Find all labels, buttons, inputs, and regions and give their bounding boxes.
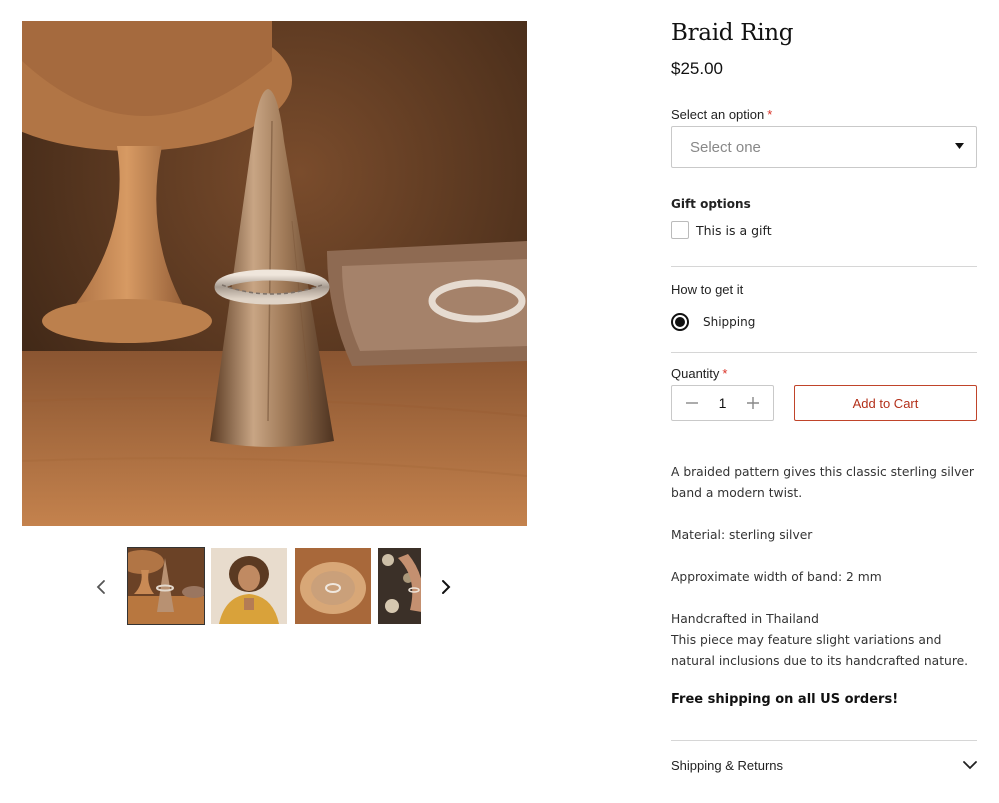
gift-options-heading: Gift options xyxy=(671,197,751,211)
description-text: A braided pattern gives this classic ste… xyxy=(671,465,974,500)
thumbnail-model-portrait-image xyxy=(211,548,287,624)
gift-checkbox-label: This is a gift xyxy=(696,222,772,238)
description-origin: Handcrafted in Thailand xyxy=(671,612,819,626)
shipping-radio[interactable] xyxy=(671,313,689,331)
minus-icon xyxy=(686,402,698,404)
description-band-width: Approximate width of band: 2 mm xyxy=(671,570,882,584)
caret-down-icon xyxy=(955,143,964,149)
chevron-right-icon xyxy=(442,580,451,594)
ring-on-cone-photo xyxy=(22,21,527,526)
product-price: $25.00 xyxy=(671,59,723,78)
option-label-text: Select an option xyxy=(671,107,765,122)
required-asterisk: * xyxy=(767,107,773,122)
section-divider xyxy=(671,352,977,353)
thumbnail-3[interactable] xyxy=(295,548,371,624)
shipping-returns-accordion[interactable]: Shipping & Returns xyxy=(671,752,977,778)
quantity-input[interactable] xyxy=(707,395,738,411)
description-variation-note: This piece may feature slight variations… xyxy=(671,633,969,668)
option-select-placeholder: Select one xyxy=(690,138,761,156)
gift-checkbox-row[interactable]: This is a gift xyxy=(671,221,772,239)
quantity-label-text: Quantity xyxy=(671,366,720,381)
option-field-label: Select an option * xyxy=(671,107,772,122)
thumbnail-4[interactable] xyxy=(378,548,421,624)
required-asterisk: * xyxy=(722,366,728,381)
section-divider xyxy=(671,266,977,267)
thumbnail-1[interactable] xyxy=(127,547,205,625)
thumbnail-hand-ring-image xyxy=(378,548,421,624)
decrease-quantity-button[interactable] xyxy=(684,395,700,411)
thumbnail-carousel xyxy=(88,547,468,625)
thumbnail-ring-cone-image xyxy=(128,548,204,624)
shipping-radio-row[interactable]: Shipping xyxy=(671,313,755,331)
free-shipping-promo: Free shipping on all US orders! xyxy=(671,692,899,707)
quantity-stepper xyxy=(671,385,774,421)
quantity-field-label: Quantity * xyxy=(671,366,727,381)
chevron-left-icon xyxy=(96,580,105,594)
delivery-heading: How to get it xyxy=(671,282,744,297)
product-main-image[interactable] xyxy=(22,21,527,526)
product-title: Braid Ring xyxy=(671,20,794,46)
previous-thumbnail-button[interactable] xyxy=(90,576,112,598)
product-description: A braided pattern gives this classic ste… xyxy=(671,462,977,672)
chevron-down-icon xyxy=(963,760,977,769)
thumbnail-2[interactable] xyxy=(211,548,287,624)
option-select[interactable]: Select one xyxy=(671,126,977,168)
thumbnail-wood-dish-image xyxy=(295,548,371,624)
thumbnail-strip xyxy=(127,547,421,625)
description-material: Material: sterling silver xyxy=(671,528,813,542)
add-to-cart-button[interactable]: Add to Cart xyxy=(794,385,977,421)
gift-checkbox[interactable] xyxy=(671,221,689,239)
plus-icon xyxy=(747,397,759,409)
increase-quantity-button[interactable] xyxy=(745,395,761,411)
next-thumbnail-button[interactable] xyxy=(435,576,457,598)
shipping-radio-label: Shipping xyxy=(703,315,756,329)
section-divider xyxy=(671,740,977,741)
accordion-label: Shipping & Returns xyxy=(671,757,784,773)
